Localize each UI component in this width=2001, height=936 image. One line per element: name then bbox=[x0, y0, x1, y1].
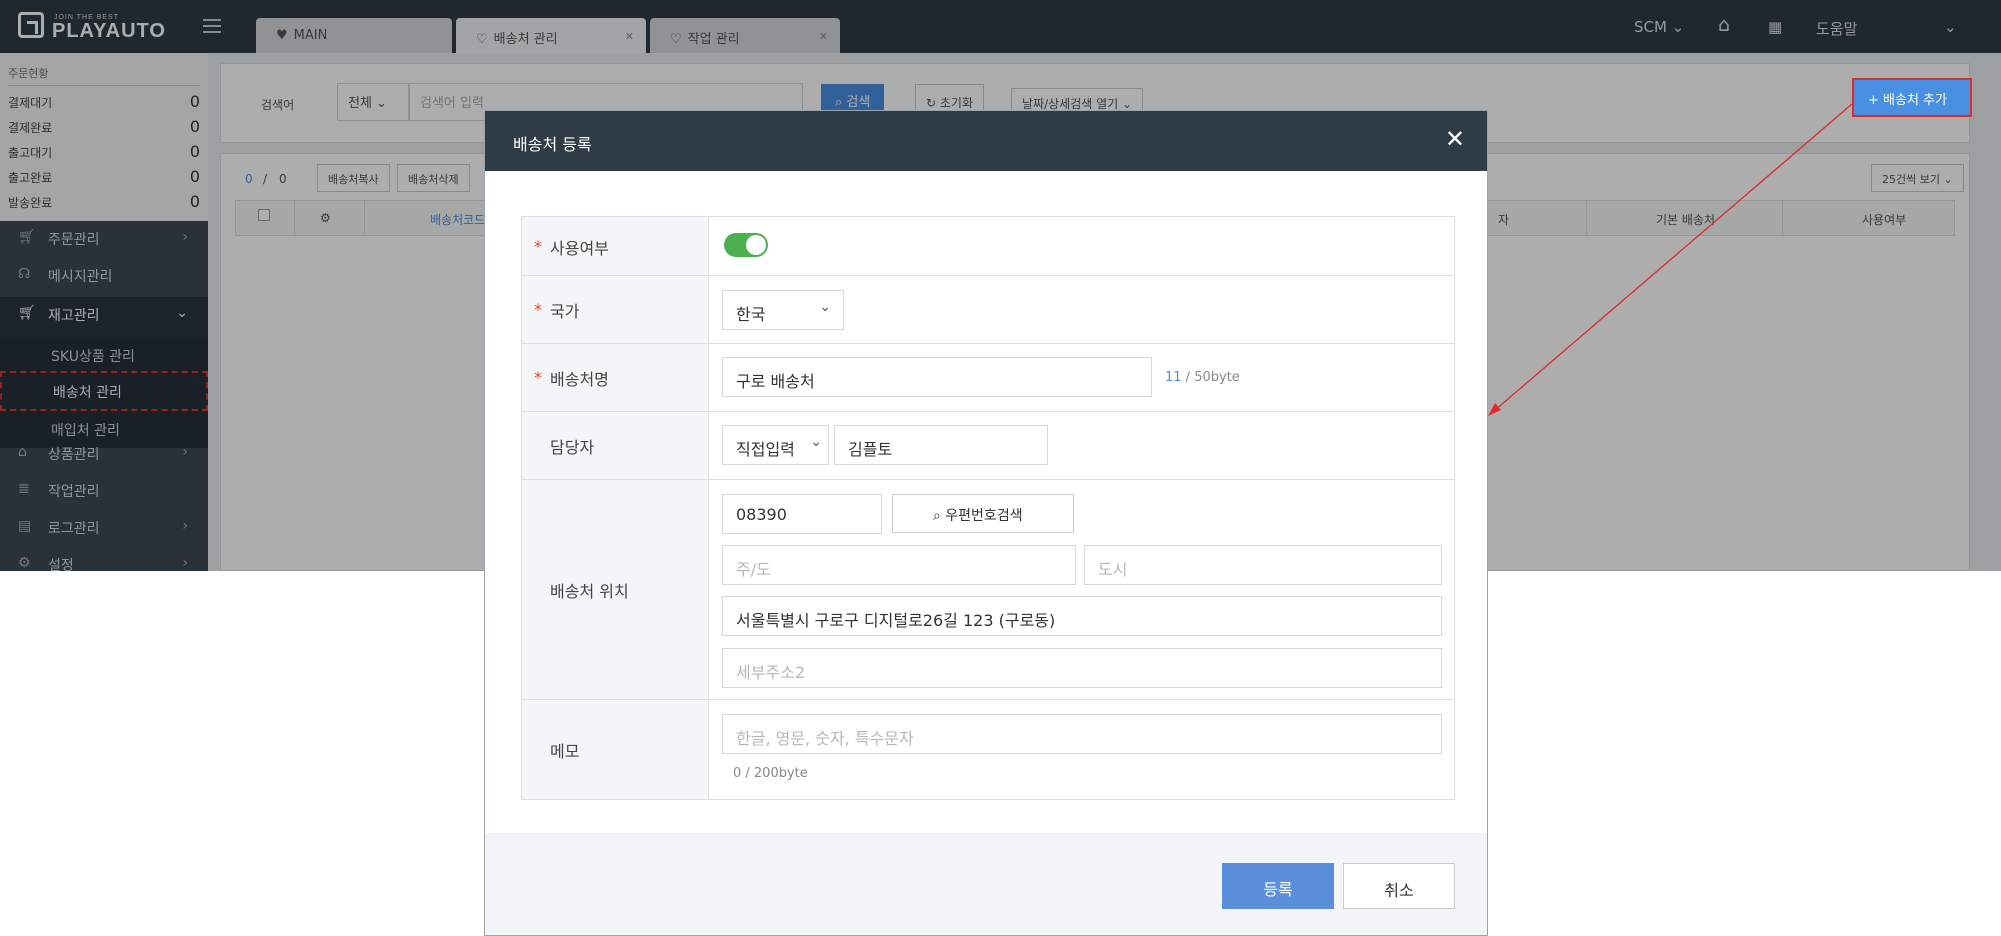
manager-label: 담당자 bbox=[550, 438, 595, 457]
address2-placeholder: 세부주소2 bbox=[736, 663, 806, 682]
modal-title: 배송처 등록 bbox=[513, 135, 592, 154]
manager-value: 김플토 bbox=[848, 440, 893, 459]
form-value-cell bbox=[710, 217, 1454, 275]
form-label-cell: 배송처 위치 bbox=[522, 480, 709, 699]
name-byte-count: 11 bbox=[1165, 370, 1182, 385]
memo-label: 메모 bbox=[550, 742, 580, 761]
name-input[interactable]: 구로 배송처 bbox=[722, 357, 1152, 397]
name-value: 구로 배송처 bbox=[736, 372, 815, 391]
state-input[interactable]: 주/도 bbox=[722, 545, 1076, 585]
use-label: 사용여부 bbox=[550, 239, 609, 258]
form-label-cell: * 국가 bbox=[522, 276, 709, 343]
memo-byte-counter: 0 / 200byte bbox=[733, 766, 808, 781]
form-row-country: * 국가 한국 ⌄ bbox=[522, 276, 1454, 344]
form-label-cell: * 배송처명 bbox=[522, 344, 709, 411]
add-button-label: 배송처 추가 bbox=[1883, 93, 1947, 108]
required-asterisk-icon: * bbox=[534, 237, 542, 256]
register-button[interactable]: 등록 bbox=[1222, 863, 1334, 909]
zipcode-search-label: 우편번호검색 bbox=[945, 508, 1023, 524]
state-placeholder: 주/도 bbox=[736, 560, 771, 579]
manager-input[interactable]: 김플토 bbox=[834, 425, 1048, 465]
close-icon[interactable]: ✕ bbox=[1445, 125, 1465, 153]
chevron-down-icon: ⌄ bbox=[819, 299, 831, 315]
memo-placeholder: 한글, 영문, 숫자, 특수문자 bbox=[736, 729, 914, 748]
zipcode-value: 08390 bbox=[736, 505, 787, 524]
required-asterisk-icon: * bbox=[534, 300, 542, 319]
modal-header: 배송처 등록 ✕ bbox=[485, 111, 1487, 171]
name-byte-limit: / 50byte bbox=[1181, 370, 1240, 385]
search-icon: ⌕ bbox=[933, 508, 941, 524]
city-placeholder: 도시 bbox=[1098, 560, 1128, 579]
use-toggle[interactable] bbox=[724, 233, 768, 257]
location-label: 배송처 위치 bbox=[550, 582, 629, 601]
country-label: 국가 bbox=[550, 302, 580, 321]
address1-input[interactable]: 서울특별시 구로구 디지털로26길 123 (구로동) bbox=[722, 596, 1442, 636]
cancel-button[interactable]: 취소 bbox=[1343, 863, 1455, 909]
form-label-cell: * 사용여부 bbox=[522, 217, 709, 275]
form-row-name: * 배송처명 구로 배송처 11 / 50byte bbox=[522, 344, 1454, 412]
country-select[interactable]: 한국 ⌄ bbox=[722, 290, 844, 330]
form-label-cell: 메모 bbox=[522, 700, 709, 799]
zipcode-input[interactable]: 08390 bbox=[722, 494, 882, 534]
plus-icon: + bbox=[1868, 93, 1879, 108]
form-row-use: * 사용여부 bbox=[522, 217, 1454, 276]
manager-mode-select[interactable]: 직접입력 ⌄ bbox=[722, 425, 829, 465]
address1-value: 서울특별시 구로구 디지털로26길 123 (구로동) bbox=[736, 611, 1056, 630]
add-shipping-place-button[interactable]: + 배송처 추가 bbox=[1852, 78, 1972, 117]
address2-input[interactable]: 세부주소2 bbox=[722, 648, 1442, 688]
modal-footer bbox=[485, 833, 1487, 935]
form-row-manager: 담당자 직접입력 ⌄ 김플토 bbox=[522, 412, 1454, 480]
form-row-location: 배송처 위치 08390 ⌕ 우편번호검색 주/도 도시 서울특별시 구로구 디… bbox=[522, 480, 1454, 700]
manager-mode-value: 직접입력 bbox=[736, 440, 795, 459]
toggle-knob bbox=[746, 235, 766, 255]
form-label-cell: 담당자 bbox=[522, 412, 709, 479]
memo-input[interactable]: 한글, 영문, 숫자, 특수문자 bbox=[722, 714, 1442, 754]
screen: JOIN THE BEST PLAYAUTO ♥ MAIN ♡ 배송처 관리 ✕ ♡… bbox=[0, 0, 2001, 936]
name-byte-counter: 11 / 50byte bbox=[1165, 370, 1240, 385]
chevron-down-icon: ⌄ bbox=[810, 434, 822, 450]
register-form: * 사용여부 * 국가 한국 ⌄ * 배송처명 구로 배송처 11 / 50by… bbox=[521, 216, 1455, 800]
city-input[interactable]: 도시 bbox=[1084, 545, 1442, 585]
name-label: 배송처명 bbox=[550, 370, 609, 389]
shipping-place-register-modal: 배송처 등록 ✕ * 사용여부 * 국가 한국 ⌄ * 배송처명 구로 배송처 … bbox=[484, 110, 1488, 936]
zipcode-search-button[interactable]: ⌕ 우편번호검색 bbox=[892, 494, 1074, 533]
form-row-memo: 메모 한글, 영문, 숫자, 특수문자 0 / 200byte bbox=[522, 700, 1454, 799]
required-asterisk-icon: * bbox=[534, 368, 542, 387]
country-value: 한국 bbox=[736, 305, 766, 324]
